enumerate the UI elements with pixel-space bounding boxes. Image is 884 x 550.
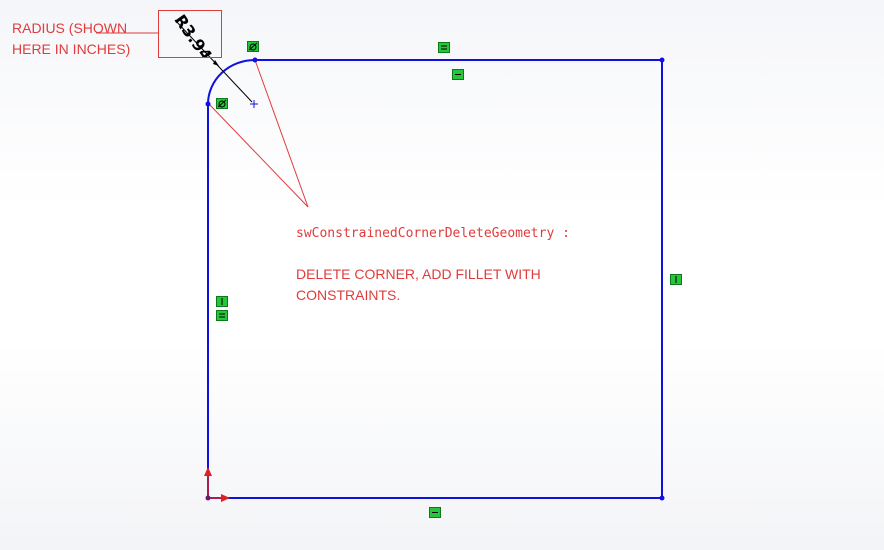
callout-description: DELETE CORNER, ADD FILLET WITH CONSTRAIN…: [296, 266, 541, 303]
callout-leader-left: [208, 103, 309, 208]
tangent-icon[interactable]: [247, 41, 259, 52]
horizontal-icon[interactable]: [429, 507, 441, 518]
origin-point[interactable]: [205, 495, 211, 501]
vertex-arc-end-left[interactable]: [205, 101, 211, 107]
radius-dimension-label[interactable]: R3.94: [171, 11, 216, 57]
origin-x-arrow: [221, 494, 230, 502]
vertical-icon[interactable]: [216, 296, 228, 307]
vertical-icon[interactable]: [670, 274, 682, 285]
horizontal-icon[interactable]: [452, 69, 464, 80]
equal-icon[interactable]: 0: [438, 42, 450, 53]
tangent-icon[interactable]: [216, 98, 228, 109]
vertex-bottom-right[interactable]: [659, 495, 665, 501]
origin-y-arrow: [204, 467, 212, 476]
callout-title: swConstrainedCornerDeleteGeometry :: [296, 226, 570, 241]
equal-icon[interactable]: 0: [216, 310, 228, 321]
radius-note: RADIUS (SHOWN HERE IN INCHES): [12, 20, 131, 57]
radius-dimension-box[interactable]: R3.94: [158, 10, 222, 58]
vertex-top-right[interactable]: [659, 57, 665, 63]
callout-leader-top: [254, 59, 309, 208]
vertex-arc-end-top[interactable]: [252, 57, 258, 63]
